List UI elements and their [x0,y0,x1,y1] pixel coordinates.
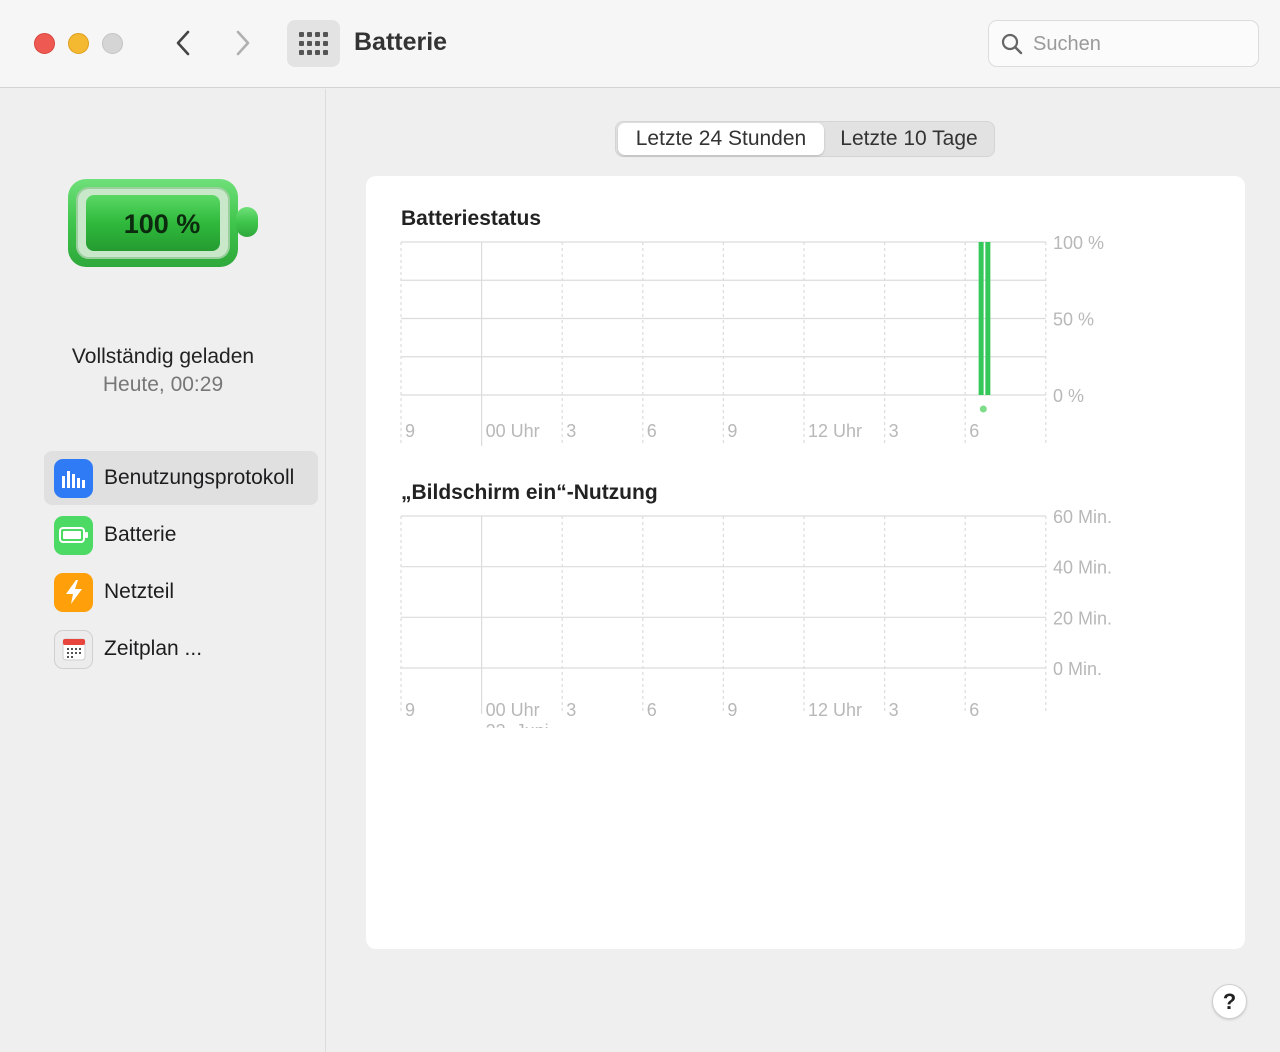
sidebar-item-label: Netzteil [104,580,175,603]
zoom-window-button[interactable] [102,33,123,54]
y-tick-label: 40 Min. [1053,558,1112,578]
x-tick-label: 6 [969,700,979,720]
time-range-segmented-control: Letzte 24 Stunden Letzte 10 Tage [615,121,995,157]
x-tick-label: 9 [405,421,415,441]
battery-level-chart: 100 % 50 % 0 % 9 00 Uhr 3 6 9 12 Uhr 3 6 [400,234,1104,446]
sidebar-item-power-adapter[interactable]: Netzteil [44,565,318,619]
data-bar [978,242,984,395]
lightning-icon [54,572,93,612]
close-window-button[interactable] [34,33,55,54]
y-tick-label: 20 Min. [1053,608,1112,628]
tab-last-10-days[interactable]: Letzte 10 Tage [826,123,992,155]
y-tick-label: 0 Min. [1053,659,1102,679]
y-tick-label: 50 % [1053,310,1094,330]
title-bar: Batterie [0,0,1280,88]
y-tick-label: 60 Min. [1053,508,1112,527]
x-tick-label: 6 [969,421,979,441]
x-tick-label: 3 [889,421,899,441]
screen-on-usage-chart: 60 Min. 40 Min. 20 Min. 0 Min. 9 00 Uhr 3 6 9 12 … [400,508,1112,728]
system-preferences-window: Batterie Suchen 100 % Vollständig gelade… [0,0,1280,1052]
tab-last-24-hours[interactable]: Letzte 24 Stunden [618,123,824,155]
data-bar [985,242,991,395]
sidebar-item-usage-history[interactable]: Benutzungsprotokoll [44,451,318,505]
bar-chart-icon [54,458,93,498]
x-tick-label: 6 [647,700,657,720]
search-field[interactable] [988,20,1259,67]
x-tick-label: 3 [566,421,576,441]
x-tick-label: 9 [727,421,737,441]
x-tick-label: 3 [889,700,899,720]
x-tick-label: 12 Uhr [808,700,862,720]
usage-history-card: Batteriestatus 100 % 50 % 0 % 9 00 Uhr 3 6 9 12 … [366,176,1245,949]
battery-icon [54,515,93,555]
x-tick-label: 6 [647,421,657,441]
battery-level-chart-title: Batteriestatus [401,207,542,230]
y-tick-label: 0 % [1053,386,1084,406]
sidebar-item-battery[interactable]: Batterie [44,508,318,562]
x-tick-label: 9 [727,700,737,720]
sidebar-item-schedule[interactable]: Zeitplan ... [44,622,318,676]
sidebar-item-label: Batterie [104,523,177,546]
minimize-window-button[interactable] [68,33,89,54]
sidebar-item-label: Benutzungsprotokoll [104,466,295,489]
charging-marker [979,405,987,413]
screen-on-usage-chart-title: „Bildschirm ein“-Nutzung [401,481,658,504]
battery-level-icon: 100 % [68,179,258,267]
show-all-button[interactable] [287,20,340,67]
back-button[interactable] [166,26,200,60]
battery-percent-label: 100 % [124,209,201,239]
window-title: Batterie [354,28,448,56]
search-input[interactable] [1033,29,1243,59]
chevron-left-icon [176,30,190,56]
x-tick-label: 00 Uhr [486,700,540,720]
calendar-icon [54,629,93,669]
search-icon [1001,33,1023,55]
sidebar-item-label: Zeitplan ... [104,637,203,660]
forward-button[interactable] [226,26,260,60]
date-label: 23. Juni [486,721,549,728]
charge-status-time: Heute, 00:29 [102,373,224,396]
x-tick-label: 12 Uhr [808,421,862,441]
charge-status-title: Vollständig geladen [71,345,255,368]
sidebar: 100 % Vollständig geladen Heute, 00:29 B… [0,89,326,1052]
grid-icon [298,31,328,55]
chevron-right-icon [236,30,250,56]
help-button[interactable]: ? [1212,984,1247,1019]
x-tick-label: 3 [566,700,576,720]
x-tick-label: 00 Uhr [486,421,540,441]
y-tick-label: 100 % [1053,234,1104,253]
x-tick-label: 9 [405,700,415,720]
